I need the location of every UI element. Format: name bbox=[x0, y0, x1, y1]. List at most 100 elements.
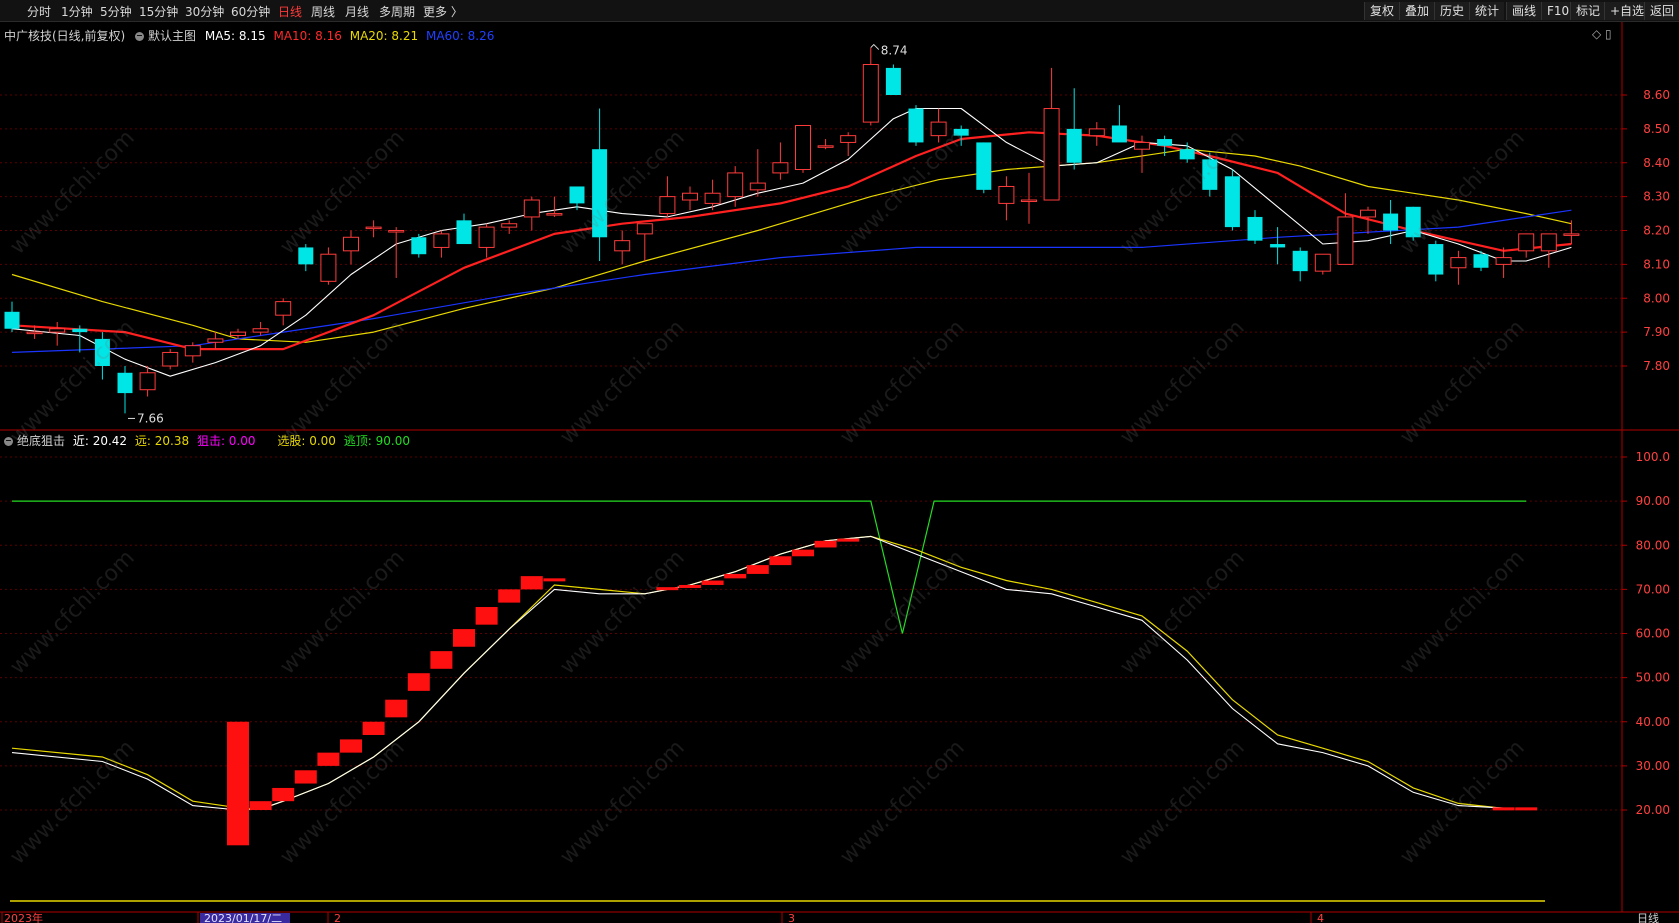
candle-body bbox=[1134, 141, 1150, 150]
candle-body bbox=[1021, 199, 1037, 203]
candle-body bbox=[230, 331, 246, 337]
indicator-tick-label: 30.00 bbox=[1636, 759, 1670, 773]
indicator-tick-label: 70.00 bbox=[1636, 582, 1670, 596]
candle bbox=[795, 124, 811, 173]
candle bbox=[365, 220, 382, 238]
candle bbox=[1270, 227, 1286, 265]
candle-body bbox=[976, 142, 992, 190]
candle-body bbox=[1473, 254, 1489, 268]
price-tick-label: 7.90 bbox=[1643, 325, 1670, 339]
candle bbox=[433, 230, 450, 258]
candle bbox=[275, 298, 292, 326]
candle bbox=[388, 227, 405, 278]
candle-body bbox=[162, 351, 179, 367]
candle bbox=[1066, 88, 1082, 170]
candle-body bbox=[1292, 250, 1308, 272]
indicator-tick-label: 60.00 bbox=[1636, 627, 1670, 641]
candle bbox=[343, 230, 359, 265]
candle bbox=[1563, 220, 1580, 245]
candle bbox=[72, 325, 88, 353]
candle-body bbox=[1563, 233, 1580, 236]
candle bbox=[1224, 169, 1240, 231]
candle-body bbox=[26, 331, 43, 335]
candle bbox=[1111, 105, 1127, 143]
candle bbox=[930, 108, 947, 143]
candle-body bbox=[1247, 216, 1263, 241]
candle-body bbox=[1224, 176, 1240, 228]
candle-body bbox=[727, 172, 744, 198]
candle bbox=[614, 230, 631, 265]
candle bbox=[592, 108, 608, 261]
price-tick-label: 8.30 bbox=[1643, 190, 1670, 204]
time-axis-label: 4 bbox=[1317, 912, 1324, 923]
candle bbox=[1383, 200, 1399, 245]
candle bbox=[411, 233, 427, 258]
snipe-bar bbox=[407, 673, 430, 691]
snipe-bar bbox=[543, 578, 566, 582]
indicator-tick-label: 80.00 bbox=[1636, 538, 1670, 552]
candle-body bbox=[1405, 206, 1421, 238]
price-tick-label: 8.60 bbox=[1643, 88, 1670, 102]
candle bbox=[1292, 247, 1308, 282]
candle-body bbox=[343, 236, 359, 252]
candle bbox=[207, 332, 224, 350]
candle-body bbox=[365, 226, 382, 230]
candle-body bbox=[749, 182, 766, 191]
candle-body bbox=[72, 328, 88, 333]
snipe-bar bbox=[837, 538, 860, 542]
snipe-bar bbox=[453, 629, 475, 647]
candle-body bbox=[840, 135, 857, 143]
candle bbox=[749, 149, 766, 197]
candle bbox=[298, 244, 314, 272]
snipe-bar bbox=[340, 739, 362, 753]
snipe-bar bbox=[679, 584, 701, 588]
candle bbox=[1473, 250, 1489, 272]
snipe-bar bbox=[227, 721, 249, 846]
candle-body bbox=[1043, 108, 1060, 201]
candle-body bbox=[953, 128, 969, 136]
price-tick-label: 8.50 bbox=[1643, 122, 1670, 136]
snipe-bar bbox=[520, 576, 543, 590]
candle-body bbox=[320, 253, 337, 282]
candle bbox=[139, 366, 156, 397]
candle bbox=[184, 342, 201, 363]
snipe-bar bbox=[249, 801, 272, 810]
chart-canvas[interactable]: 8.74 7.66 8.60 8.50 8.40 8.30 8.20 8.10 8.00 7.9… bbox=[0, 0, 1679, 923]
candle bbox=[1202, 152, 1218, 197]
candle-body bbox=[298, 247, 314, 265]
candle-body bbox=[1383, 213, 1399, 231]
candle bbox=[636, 223, 653, 261]
snipe-bar bbox=[475, 607, 498, 625]
indicator-tick-label: 40.00 bbox=[1636, 715, 1670, 729]
candle-body bbox=[1360, 209, 1376, 218]
indicator-tick-label: 100.0 bbox=[1636, 450, 1670, 464]
candle-body bbox=[1495, 257, 1512, 265]
escape-top-line bbox=[12, 500, 1527, 634]
high-label: 8.74 bbox=[881, 44, 908, 58]
snipe-bar bbox=[362, 721, 385, 735]
candle-body bbox=[614, 240, 631, 252]
candle bbox=[1088, 122, 1105, 146]
candle-body bbox=[456, 220, 472, 245]
snipe-bar bbox=[701, 580, 724, 585]
candle bbox=[4, 301, 20, 333]
candle-body bbox=[1450, 257, 1467, 269]
candle bbox=[94, 332, 110, 380]
snipe-bar bbox=[724, 573, 747, 579]
candle bbox=[885, 64, 901, 95]
candle-body bbox=[569, 186, 585, 204]
candle-body bbox=[117, 372, 133, 394]
candle bbox=[456, 213, 472, 245]
snipe-bar bbox=[746, 565, 769, 574]
candle-body bbox=[930, 121, 947, 137]
candle bbox=[1518, 233, 1535, 258]
candle-body bbox=[862, 64, 879, 123]
indicator-tick-label: 20.00 bbox=[1636, 803, 1670, 817]
candle-body bbox=[388, 230, 405, 233]
candle-body bbox=[252, 328, 269, 333]
candle-body bbox=[1111, 125, 1127, 143]
candle-body bbox=[908, 108, 924, 143]
candle bbox=[1337, 193, 1354, 265]
candle bbox=[252, 321, 269, 336]
candle-body bbox=[1428, 244, 1444, 275]
